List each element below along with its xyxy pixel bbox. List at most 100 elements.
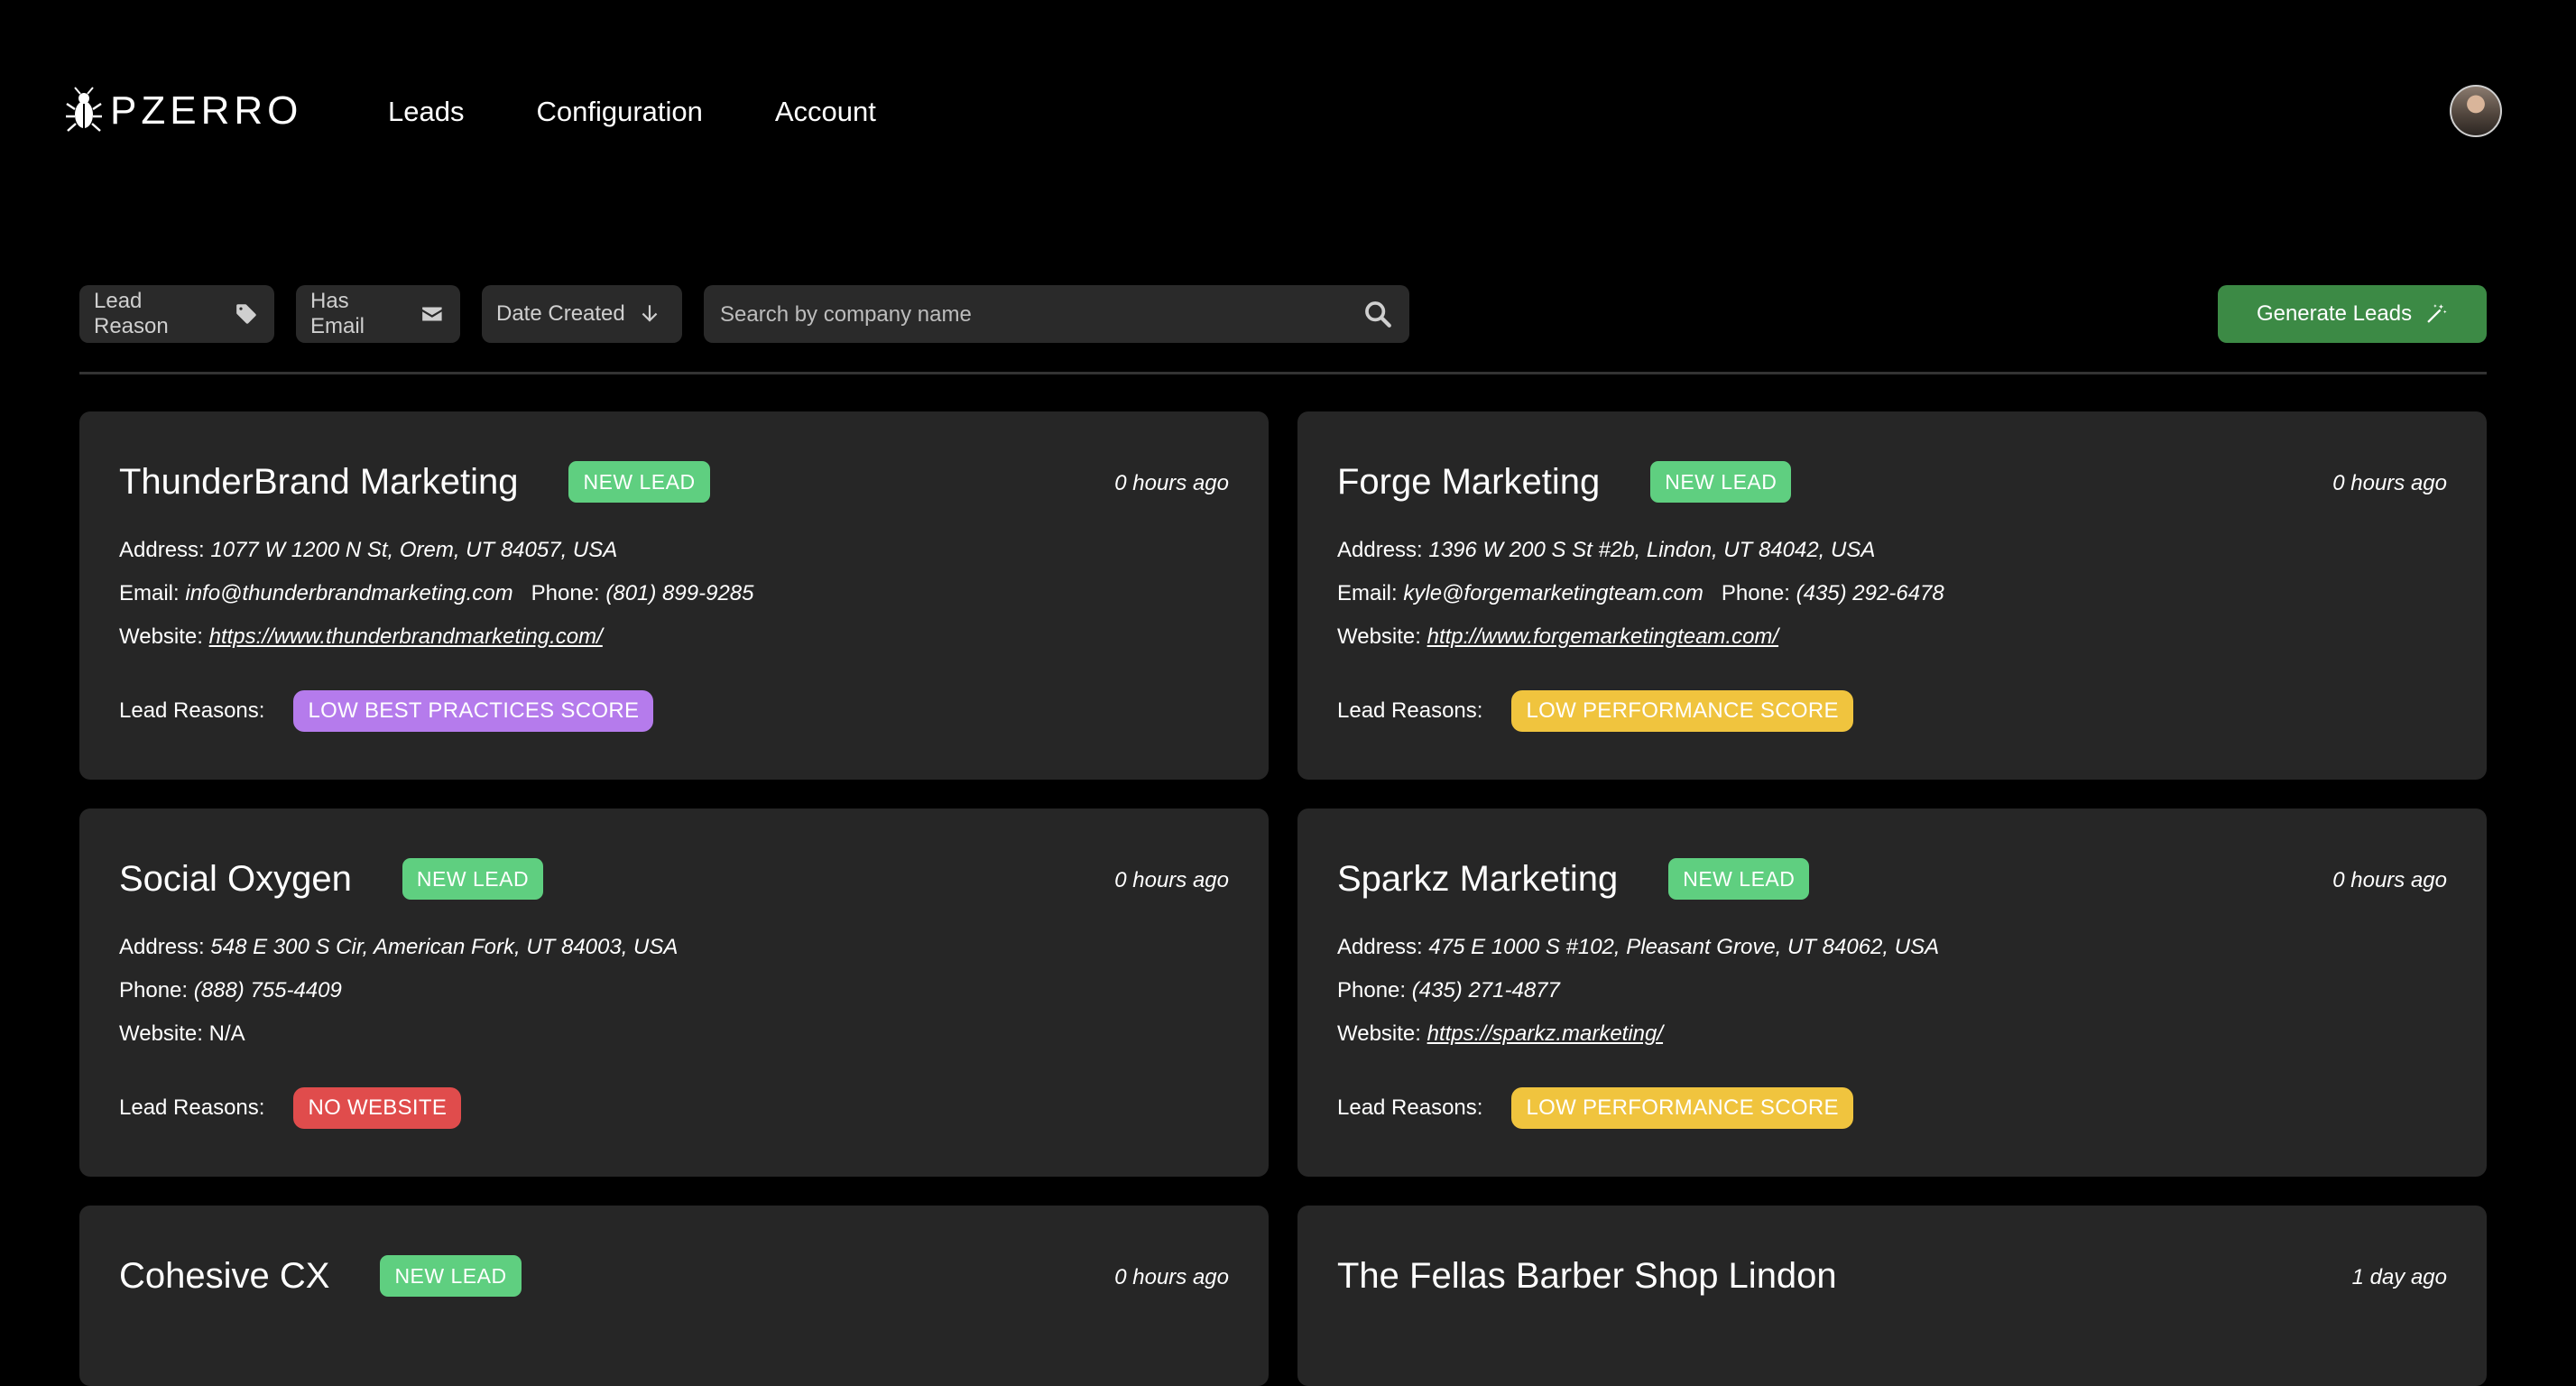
lead-address: Address: 548 E 300 S Cir, American Fork,… (119, 935, 678, 960)
address-label: Address: (1337, 935, 1423, 959)
envelope-icon (422, 307, 442, 321)
lead-reason-badge: LOW BEST PRACTICES SCORE (293, 690, 654, 732)
generate-leads-button[interactable]: Generate Leads (2218, 285, 2487, 343)
date-created-sort-button[interactable]: Date Created (482, 285, 682, 343)
arrow-down-icon (642, 305, 658, 322)
lead-created-time: 0 hours ago (1114, 1265, 1229, 1289)
address-label: Address: (119, 538, 205, 562)
lead-reasons-label: Lead Reasons: (119, 698, 265, 723)
lead-created-time: 0 hours ago (2332, 868, 2447, 892)
top-header: PZERRO Leads Configuration Account (0, 0, 2576, 226)
lead-address: Address: 1396 W 200 S St #2b, Lindon, UT… (1337, 538, 1875, 563)
phone-value: (801) 899-9285 (605, 581, 754, 605)
lead-contact: Email: kyle@forgemarketingteam.com Phone… (1337, 581, 1944, 606)
company-search (704, 285, 1409, 345)
website-label: Website: (1337, 1021, 1421, 1046)
lead-reasons: Lead Reasons: LOW PERFORMANCE SCORE (1337, 689, 1853, 733)
lead-company-name: Sparkz Marketing (1337, 858, 1619, 899)
lead-card[interactable]: Cohesive CX NEW LEAD 0 hours ago (79, 1206, 1269, 1386)
lead-reasons-label: Lead Reasons: (1337, 1095, 1483, 1120)
nav-configuration[interactable]: Configuration (536, 93, 702, 131)
lead-contact: Phone: (888) 755-4409 (119, 978, 342, 1003)
user-avatar[interactable] (2450, 85, 2502, 137)
lead-reasons: Lead Reasons: LOW PERFORMANCE SCORE (1337, 1086, 1853, 1130)
app-logo[interactable]: PZERRO (65, 86, 302, 136)
lead-title-row: Social Oxygen NEW LEAD (119, 852, 544, 906)
has-email-filter-label: Has Email (310, 289, 365, 338)
logo-text: PZERRO (110, 88, 303, 133)
email-label: Email: (1337, 581, 1398, 605)
lead-card[interactable]: The Fellas Barber Shop Lindon 1 day ago (1297, 1206, 2487, 1386)
lead-card[interactable]: Forge Marketing NEW LEAD 0 hours ago Add… (1297, 411, 2487, 780)
phone-label: Phone: (1721, 581, 1790, 605)
lead-status-badge: NEW LEAD (1668, 858, 1810, 900)
lead-title-row: ThunderBrand Marketing NEW LEAD (119, 455, 710, 509)
lead-title-row: Cohesive CX NEW LEAD (119, 1249, 522, 1303)
address-label: Address: (119, 935, 205, 959)
lead-created-time: 0 hours ago (1114, 868, 1229, 892)
email-label: Email: (119, 581, 180, 605)
lead-address: Address: 475 E 1000 S #102, Pleasant Gro… (1337, 935, 1939, 960)
toolbar-divider (79, 372, 2487, 374)
generate-leads-label: Generate Leads (2256, 301, 2413, 326)
lead-card[interactable]: Sparkz Marketing NEW LEAD 0 hours ago Ad… (1297, 808, 2487, 1177)
lead-card[interactable]: ThunderBrand Marketing NEW LEAD 0 hours … (79, 411, 1269, 780)
lead-reason-filter-label: Lead Reason (94, 289, 169, 338)
lead-title-row: Sparkz Marketing NEW LEAD (1337, 852, 1810, 906)
lead-title-row: The Fellas Barber Shop Lindon (1337, 1249, 1837, 1303)
lead-status-badge: NEW LEAD (402, 858, 544, 900)
lead-card[interactable]: Social Oxygen NEW LEAD 0 hours ago Addre… (79, 808, 1269, 1177)
phone-value: (888) 755-4409 (193, 978, 342, 1003)
lead-company-name: Social Oxygen (119, 858, 352, 899)
lead-status-badge: NEW LEAD (380, 1255, 522, 1297)
lead-created-time: 1 day ago (2351, 1265, 2447, 1289)
lead-website: Website: http://www.forgemarketingteam.c… (1337, 624, 1778, 650)
website-link[interactable]: http://www.forgemarketingteam.com/ (1427, 624, 1778, 649)
has-email-filter-button[interactable]: Has Email (296, 285, 460, 343)
lead-company-name: Forge Marketing (1337, 461, 1601, 502)
lead-status-badge: NEW LEAD (1650, 461, 1792, 503)
lead-reason-badge: LOW PERFORMANCE SCORE (1511, 1087, 1853, 1129)
search-icon[interactable] (1362, 299, 1393, 329)
lead-contact: Phone: (435) 271-4877 (1337, 978, 1560, 1003)
phone-value: (435) 292-6478 (1796, 581, 1944, 605)
address-value: 548 E 300 S Cir, American Fork, UT 84003… (210, 935, 679, 959)
lead-reason-badge: LOW PERFORMANCE SCORE (1511, 690, 1853, 732)
address-value: 475 E 1000 S #102, Pleasant Grove, UT 84… (1428, 935, 1940, 959)
lead-contact: Email: info@thunderbrandmarketing.com Ph… (119, 581, 753, 606)
lead-reasons: Lead Reasons: NO WEBSITE (119, 1086, 462, 1130)
website-link[interactable]: https://www.thunderbrandmarketing.com/ (209, 624, 603, 649)
website-label: Website: (119, 1021, 203, 1046)
filter-toolbar: Lead Reason Has Email Date Created Gener… (79, 285, 2487, 345)
lead-reasons-label: Lead Reasons: (119, 1095, 265, 1120)
tag-icon (236, 304, 256, 324)
website-label: Website: (1337, 624, 1421, 649)
website-label: Website: (119, 624, 203, 649)
lead-address: Address: 1077 W 1200 N St, Orem, UT 8405… (119, 538, 617, 563)
lead-reasons-label: Lead Reasons: (1337, 698, 1483, 723)
bug-logo-icon (66, 87, 102, 132)
email-value: info@thunderbrandmarketing.com (185, 581, 513, 605)
lead-created-time: 0 hours ago (2332, 471, 2447, 495)
lead-reason-filter-button[interactable]: Lead Reason (79, 285, 274, 343)
search-input[interactable] (718, 285, 1335, 345)
email-value: kyle@forgemarketingteam.com (1403, 581, 1703, 605)
lead-website: Website: https://www.thunderbrandmarketi… (119, 624, 603, 650)
main-nav: Leads Configuration Account (388, 93, 876, 131)
nav-leads[interactable]: Leads (388, 93, 464, 131)
lead-status-badge: NEW LEAD (568, 461, 710, 503)
lead-website: Website: N/A (119, 1021, 245, 1047)
phone-label: Phone: (119, 978, 189, 1003)
nav-account[interactable]: Account (775, 93, 876, 131)
lead-website: Website: https://sparkz.marketing/ (1337, 1021, 1663, 1047)
website-link[interactable]: https://sparkz.marketing/ (1427, 1021, 1663, 1046)
address-value: 1396 W 200 S St #2b, Lindon, UT 84042, U… (1428, 538, 1876, 562)
lead-company-name: The Fellas Barber Shop Lindon (1337, 1255, 1837, 1296)
lead-created-time: 0 hours ago (1114, 471, 1229, 495)
magic-wand-icon (2427, 304, 2447, 323)
lead-company-name: Cohesive CX (119, 1255, 330, 1296)
address-value: 1077 W 1200 N St, Orem, UT 84057, USA (210, 538, 618, 562)
phone-value: (435) 271-4877 (1411, 978, 1560, 1003)
phone-label: Phone: (531, 581, 600, 605)
lead-title-row: Forge Marketing NEW LEAD (1337, 455, 1792, 509)
